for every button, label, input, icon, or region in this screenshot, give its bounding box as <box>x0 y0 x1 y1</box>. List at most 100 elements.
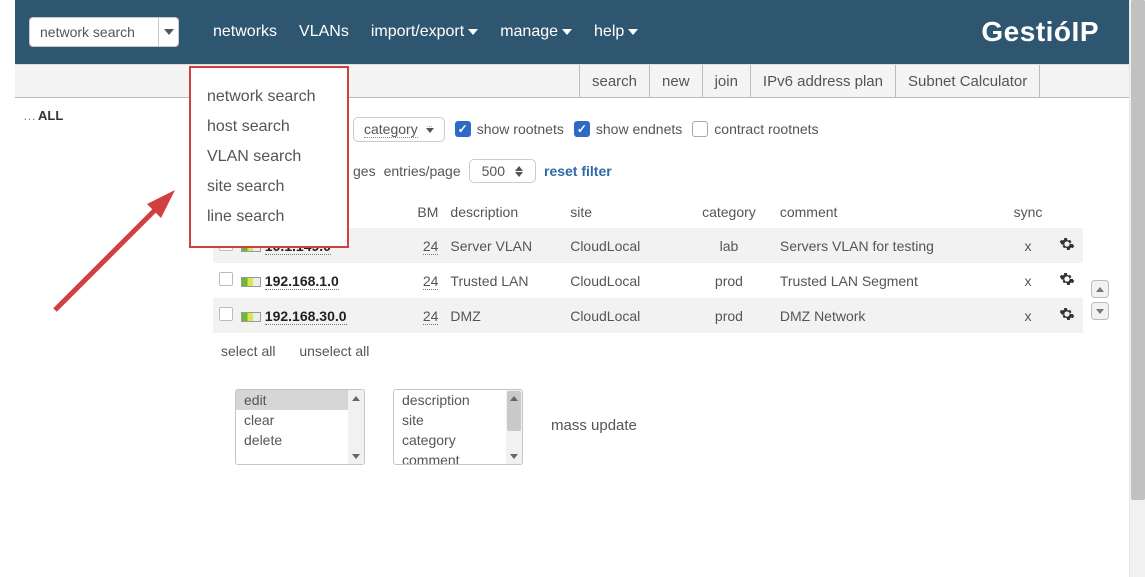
subnav-join[interactable]: join <box>702 65 750 97</box>
tree-node-label: ALL <box>38 108 63 123</box>
browser-scrollbar[interactable] <box>1129 0 1145 577</box>
top-nav: networks VLANs import/export manage help <box>209 17 642 47</box>
nav-import-export-label: import/export <box>371 23 464 41</box>
cell-sync: x <box>1003 263 1053 298</box>
sidebar-tree: … ALL <box>15 98 209 498</box>
bitmask-link[interactable]: 24 <box>423 308 439 325</box>
col-sync[interactable]: sync <box>1003 196 1053 228</box>
select-all-link[interactable]: select all <box>221 343 275 359</box>
cell-site: CloudLocal <box>564 263 684 298</box>
chevron-down-icon <box>562 29 572 35</box>
nav-manage[interactable]: manage <box>496 17 576 47</box>
row-checkbox[interactable] <box>219 307 233 321</box>
checkbox-checked-icon: ✓ <box>455 121 471 137</box>
dropdown-item[interactable]: network search <box>205 82 333 112</box>
search-type-dropdown: network searchhost searchVLAN searchsite… <box>189 66 349 248</box>
nav-vlans[interactable]: VLANs <box>295 17 353 47</box>
col-site[interactable]: site <box>564 196 684 228</box>
search-type-selector[interactable]: network search <box>29 17 179 47</box>
sub-nav-links: search new join IPv6 address plan Subnet… <box>579 65 1040 97</box>
category-filter[interactable]: category <box>353 117 445 142</box>
mass-action-listbox[interactable]: editcleardelete <box>235 389 365 465</box>
cell-sync: x <box>1003 228 1053 263</box>
browser-scrollbar-thumb[interactable] <box>1131 0 1145 500</box>
nav-help-label: help <box>594 23 624 41</box>
listbox-option[interactable]: clear <box>236 410 364 430</box>
checkbox-unchecked-icon <box>692 121 708 137</box>
scroll-down-button[interactable] <box>1091 302 1109 320</box>
subnav-ipv6plan[interactable]: IPv6 address plan <box>750 65 895 97</box>
filter-row-2: ges entries/page 500 reset filter <box>213 150 1125 192</box>
listbox-option[interactable]: site <box>394 410 522 430</box>
chevron-down-icon <box>164 29 174 35</box>
entries-label: entries/page <box>384 163 461 179</box>
gear-icon[interactable] <box>1059 236 1075 252</box>
listbox-option[interactable]: description <box>394 390 522 410</box>
row-checkbox[interactable] <box>219 272 233 286</box>
cell-description: DMZ <box>444 298 564 333</box>
col-comment[interactable]: comment <box>774 196 1003 228</box>
show-rootnets-label: show rootnets <box>477 121 564 137</box>
cell-category: prod <box>684 298 774 333</box>
subnav-subnetcalc[interactable]: Subnet Calculator <box>895 65 1040 97</box>
listbox-option[interactable]: comment <box>394 450 522 465</box>
nav-import-export[interactable]: import/export <box>367 17 482 47</box>
nav-help[interactable]: help <box>590 17 642 47</box>
unselect-all-link[interactable]: unselect all <box>299 343 369 359</box>
page-scroll-chips <box>1091 280 1109 320</box>
cell-site: CloudLocal <box>564 228 684 263</box>
subnav-search[interactable]: search <box>579 65 649 97</box>
sub-nav-bar: works search new join IPv6 address plan … <box>15 64 1129 98</box>
listbox-option[interactable]: edit <box>236 390 364 410</box>
mass-update-row: editcleardelete descriptionsitecategoryc… <box>213 359 1125 465</box>
table-row: 192.168.1.024Trusted LANCloudLocalprodTr… <box>213 263 1083 298</box>
search-type-value[interactable]: network search <box>29 17 159 47</box>
entries-value: 500 <box>482 163 505 179</box>
cell-site: CloudLocal <box>564 298 684 333</box>
table-row: 192.168.30.0 24 DMZCloudLocalprodDMZ Netwo… <box>213 298 1083 333</box>
pages-fragment: ges <box>353 163 376 179</box>
stepper-icon <box>515 166 523 177</box>
chevron-down-icon <box>468 29 478 35</box>
chevron-down-icon <box>1096 309 1104 314</box>
show-endnets-checkbox[interactable]: ✓ show endnets <box>574 121 682 137</box>
dropdown-item[interactable]: VLAN search <box>205 142 333 172</box>
cell-description: Server VLAN <box>444 228 564 263</box>
cell-description: Trusted LAN <box>444 263 564 298</box>
mass-update-label: mass update <box>551 417 637 438</box>
listbox-option[interactable]: category <box>394 430 522 450</box>
gear-icon[interactable] <box>1059 271 1075 287</box>
listbox-option[interactable]: delete <box>236 430 364 450</box>
dropdown-item[interactable]: host search <box>205 112 333 142</box>
col-category[interactable]: category <box>684 196 774 228</box>
filter-row-1: category ✓ show rootnets ✓ show endnets … <box>213 108 1125 150</box>
contract-rootnets-label: contract rootnets <box>714 121 818 137</box>
nav-networks[interactable]: networks <box>209 17 281 47</box>
entries-per-page-selector[interactable]: 500 <box>469 159 536 183</box>
subnav-new[interactable]: new <box>649 65 702 97</box>
scroll-up-button[interactable] <box>1091 280 1109 298</box>
tree-dash-icon: … <box>23 108 34 123</box>
contract-rootnets-checkbox[interactable]: contract rootnets <box>692 121 818 137</box>
usage-bar-icon <box>241 312 261 322</box>
bitmask-link[interactable]: 24 <box>423 273 439 290</box>
search-type-caret[interactable] <box>159 17 179 47</box>
show-rootnets-checkbox[interactable]: ✓ show rootnets <box>455 121 564 137</box>
dropdown-item[interactable]: site search <box>205 172 333 202</box>
col-description[interactable]: description <box>444 196 564 228</box>
nav-manage-label: manage <box>500 23 558 41</box>
network-ip-link[interactable]: 192.168.30.0 <box>265 308 347 325</box>
bitmask-link[interactable]: 24 <box>423 238 439 255</box>
cell-comment: DMZ Network <box>774 298 1003 333</box>
cell-comment: Trusted LAN Segment <box>774 263 1003 298</box>
tree-node-all[interactable]: … ALL <box>23 108 201 123</box>
network-ip-link[interactable]: 192.168.1.0 <box>265 273 339 290</box>
dropdown-item[interactable]: line search <box>205 202 333 232</box>
category-filter-label: category <box>364 121 418 138</box>
top-bar: network search networks VLANs import/exp… <box>15 0 1129 64</box>
chevron-up-icon <box>1096 287 1104 292</box>
col-bm[interactable]: BM <box>402 196 444 228</box>
gear-icon[interactable] <box>1059 306 1075 322</box>
mass-field-listbox[interactable]: descriptionsitecategorycomment <box>393 389 523 465</box>
reset-filter-link[interactable]: reset filter <box>544 163 612 179</box>
